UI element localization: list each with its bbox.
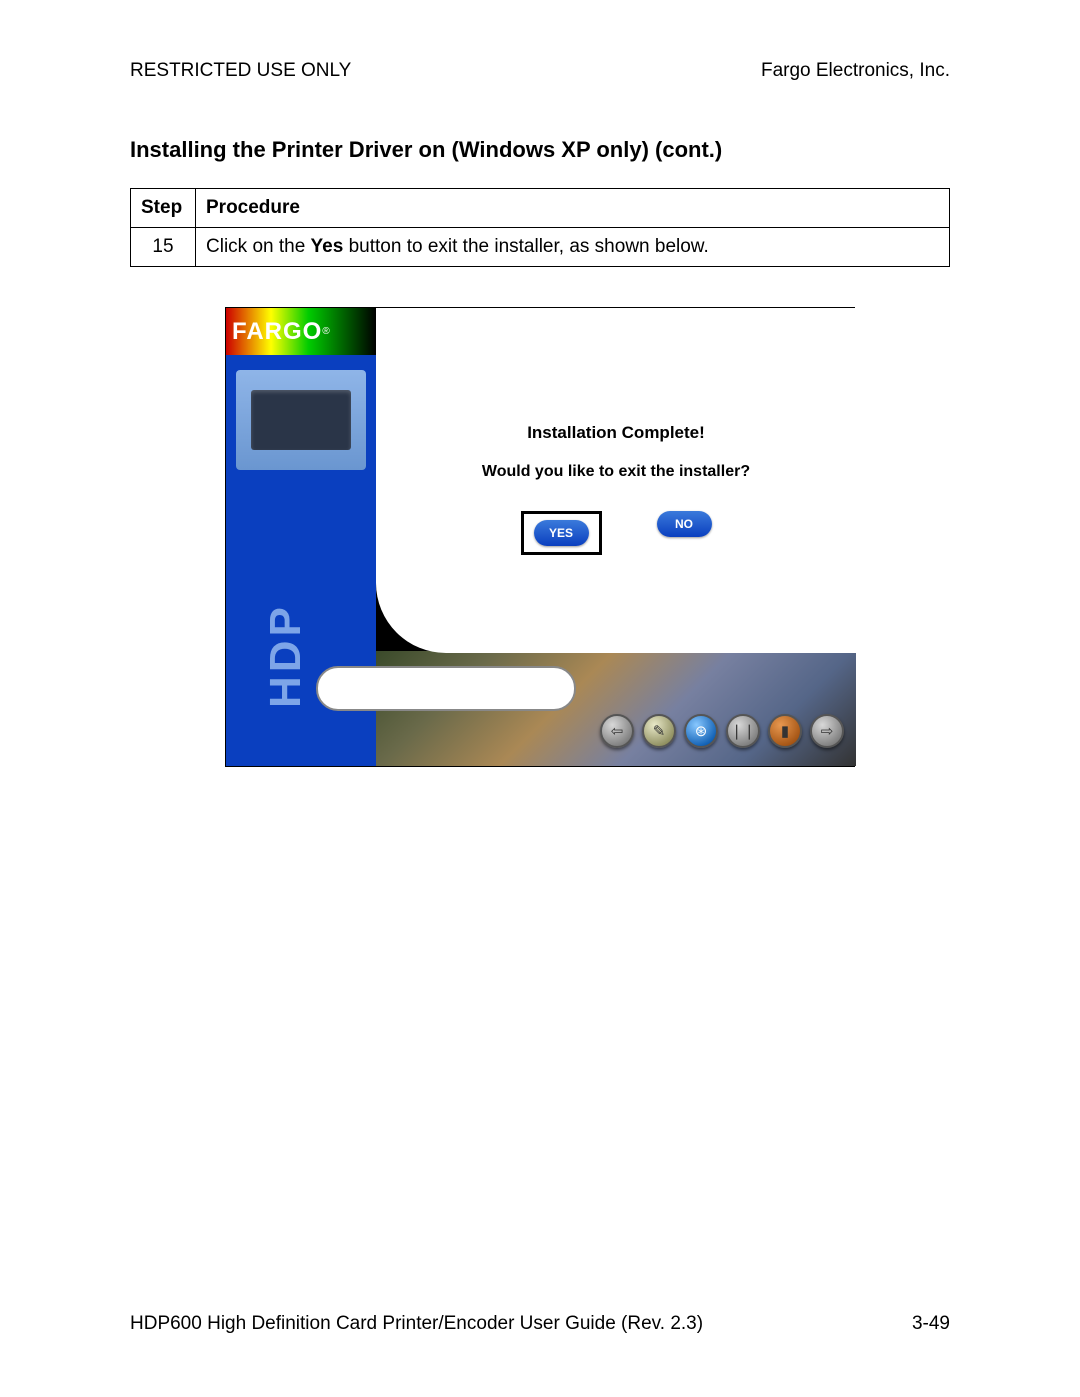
forward-icon[interactable]: ⇨ (810, 714, 844, 748)
status-bubble (316, 666, 576, 711)
col-header-step: Step (131, 189, 196, 228)
page-number: 3-49 (912, 1313, 950, 1335)
step-number: 15 (131, 228, 196, 267)
footer-doc-title: HDP600 High Definition Card Printer/Enco… (130, 1313, 703, 1335)
step-procedure: Click on the Yes button to exit the inst… (196, 228, 950, 267)
yes-highlight-box: YES (521, 511, 602, 555)
back-icon[interactable]: ⇦ (600, 714, 634, 748)
no-button[interactable]: NO (657, 511, 712, 537)
procedure-table: Step Procedure 15 Click on the Yes butto… (130, 188, 950, 267)
hdp-label: HDP (261, 558, 311, 708)
table-row: 15 Click on the Yes button to exit the i… (131, 228, 950, 267)
exit-question-text: Would you like to exit the installer? (376, 463, 856, 481)
pause-icon[interactable]: ❘❘ (726, 714, 760, 748)
installation-complete-text: Installation Complete! (376, 423, 856, 443)
globe-icon[interactable]: ⊛ (684, 714, 718, 748)
installer-main-panel: Installation Complete! Would you like to… (376, 308, 856, 653)
installer-screenshot: FARGO® HDP Installation Complete! Would … (225, 307, 855, 767)
exit-door-icon[interactable]: ▮ (768, 714, 802, 748)
printer-image (236, 370, 366, 470)
fargo-logo: FARGO® (226, 308, 376, 355)
col-header-procedure: Procedure (196, 189, 950, 228)
restricted-label: RESTRICTED USE ONLY (130, 60, 351, 82)
section-title: Installing the Printer Driver on (Window… (130, 137, 950, 163)
pencil-icon[interactable]: ✎ (642, 714, 676, 748)
company-label: Fargo Electronics, Inc. (761, 60, 950, 82)
yes-button[interactable]: YES (534, 520, 589, 546)
nav-icon-row: ⇦ ✎ ⊛ ❘❘ ▮ ⇨ (600, 714, 844, 748)
